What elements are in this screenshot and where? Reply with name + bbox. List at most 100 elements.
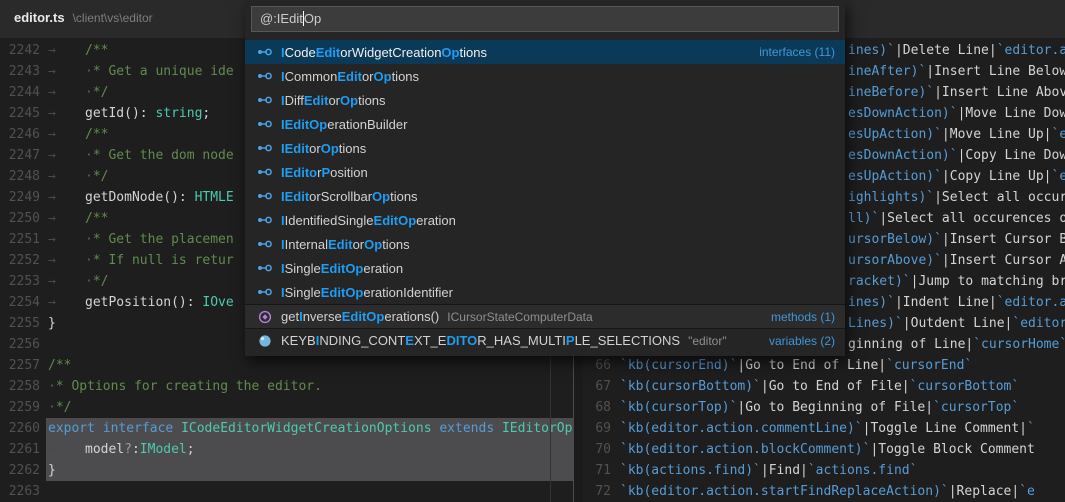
code-text: `kb(actions.find)`|Find|`actions.find` xyxy=(620,460,917,481)
symbol-item[interactable]: IEditorPosition xyxy=(245,160,845,184)
interface-symbol-icon xyxy=(257,44,273,60)
code-text: →·* If null is retur xyxy=(48,250,234,271)
code-token: /** xyxy=(85,43,108,58)
code-text: /** xyxy=(48,355,71,376)
interface-symbol-icon xyxy=(257,116,273,132)
file-name: editor.ts xyxy=(14,10,65,25)
line-number: 72 xyxy=(583,481,611,502)
code-line[interactable]: 70`kb(editor.action.blockComment)`|Toggl… xyxy=(583,439,1065,460)
symbol-detail: "editor" xyxy=(688,334,727,348)
code-line[interactable]: 71`kb(actions.find)`|Find|`actions.find` xyxy=(583,460,1065,481)
symbol-item[interactable]: getInverseEditOperations()ICursorStateCo… xyxy=(245,304,845,328)
symbol-item[interactable]: ISingleEditOperation xyxy=(245,256,845,280)
match-highlight: IEdito xyxy=(281,165,317,180)
code-token: getDomNode(): xyxy=(85,190,195,205)
match-highlight: IEdit xyxy=(281,189,309,204)
file-path: \client\vs\editor xyxy=(73,11,153,25)
code-text: } xyxy=(48,313,56,334)
symbol-item[interactable]: ICodeEditorWidgetCreationOptionsinterfac… xyxy=(245,40,845,64)
code-line[interactable]: 2257/** xyxy=(0,355,573,376)
code-text: ines)`|Indent Line|`editor.a xyxy=(848,292,1065,313)
match-highlight: P xyxy=(321,165,330,180)
match-highlight: IEditOp xyxy=(281,117,327,132)
interface-symbol-icon xyxy=(257,260,273,276)
symbol-item[interactable]: IEditOperationBuilder xyxy=(245,112,845,136)
code-line[interactable]: 72`kb(editor.action.startFindReplaceActi… xyxy=(583,481,1065,502)
symbol-item[interactable]: IIdentifiedSingleEditOperation xyxy=(245,208,845,232)
symbol-name: IInternalEditorOptions xyxy=(281,237,410,252)
symbol-result-list: ICodeEditorWidgetCreationOptionsinterfac… xyxy=(245,38,845,352)
code-token: } xyxy=(48,463,56,478)
match-highlight: Op xyxy=(364,237,382,252)
quick-open-input[interactable]: @:IEditOp xyxy=(251,6,839,32)
code-line[interactable]: 68`kb(cursorTop)`|Go to Beginning of Fil… xyxy=(583,397,1065,418)
code-token: `editor xyxy=(1012,316,1065,331)
code-token: |Indent Line| xyxy=(895,295,997,310)
symbol-item[interactable]: IEditorOptions xyxy=(245,136,845,160)
line-number: 2242 xyxy=(0,40,40,61)
code-text: →/** xyxy=(48,40,108,61)
match-highlight: EditOp xyxy=(374,213,417,228)
code-text: `kb(editor.action.blockComment)`|Toggle … xyxy=(620,439,1035,460)
code-token: · xyxy=(85,64,93,79)
code-text: →·*/ xyxy=(48,82,108,103)
code-line[interactable]: 2258·* Options for creating the editor. xyxy=(0,376,573,397)
code-line[interactable]: 2263 xyxy=(0,481,573,502)
symbol-item[interactable]: IEditorScrollbarOptions xyxy=(245,184,845,208)
code-token: |Delete Line| xyxy=(895,43,997,58)
symbol-item[interactable]: ICommonEditorOptions xyxy=(245,64,845,88)
code-token: · xyxy=(85,169,93,184)
symbol-item[interactable]: IInternalEditorOptions xyxy=(245,232,845,256)
interface-symbol-icon xyxy=(257,284,273,300)
interface-symbol-icon xyxy=(257,68,273,84)
code-line[interactable]: 66`kb(cursorEnd)`|Go to End of Line|`cur… xyxy=(583,355,1065,376)
active-file-tab[interactable]: editor.ts \client\vs\editor xyxy=(0,0,153,25)
symbol-name: KEYBINDING_CONTEXT_EDITOR_HAS_MULTIPLE_S… xyxy=(281,333,680,348)
line-number: 2260 xyxy=(0,418,40,439)
symbol-name-part: erationBuilder xyxy=(327,117,407,132)
line-number: 2252 xyxy=(0,250,40,271)
code-token: `editor.a xyxy=(997,295,1065,310)
code-line[interactable]: 2260export interface ICodeEditorWidgetCr… xyxy=(0,418,573,439)
code-token: esUpAction)` xyxy=(848,127,942,142)
symbol-item[interactable]: IDiffEditorOptions xyxy=(245,88,845,112)
code-token: * Get the dom node xyxy=(93,148,234,163)
symbol-name-part: Single xyxy=(285,285,321,300)
code-token: |Outdent Line| xyxy=(903,316,1013,331)
code-token: esDownAction)` xyxy=(848,106,958,121)
line-number: 2259 xyxy=(0,397,40,418)
symbol-name-part: XT_E xyxy=(414,333,447,348)
tab-whitespace-arrow-icon: → xyxy=(48,61,85,82)
code-token: ighlights)` xyxy=(848,190,934,205)
code-line[interactable]: 2259·*/ xyxy=(0,397,573,418)
code-token: `kb(cursorBottom)` xyxy=(620,379,761,394)
group-count-badge: methods (1) xyxy=(771,310,835,324)
code-line[interactable]: 67`kb(cursorBottom)`|Go to End of File|`… xyxy=(583,376,1065,397)
code-token: |Toggle Line Comment| xyxy=(863,421,1027,436)
symbol-item[interactable]: ISingleEditOperationIdentifier xyxy=(245,280,845,304)
code-line[interactable]: 69`kb(editor.action.commentLine)`|Toggle… xyxy=(583,418,1065,439)
code-text: →getId(): string; xyxy=(48,103,210,124)
code-text: ursorAbove)`|Insert Cursor A xyxy=(848,250,1065,271)
symbol-name-part: Common xyxy=(285,69,338,84)
code-text: →·* Get the dom node xyxy=(48,145,234,166)
symbol-name-part: LE_SELECTIONS xyxy=(575,333,681,348)
symbol-name-part: or xyxy=(328,93,340,108)
code-text: →model?:IModel; xyxy=(48,439,195,460)
code-line[interactable]: 2262} xyxy=(0,460,573,481)
symbol-name-part: nverse xyxy=(303,309,342,324)
code-token: getPosition(): xyxy=(85,295,202,310)
code-token: ; xyxy=(187,442,195,457)
code-token: * If null is retur xyxy=(93,253,234,268)
code-token xyxy=(95,421,103,436)
match-highlight: Op xyxy=(441,45,459,60)
tab-whitespace-arrow-icon: → xyxy=(48,103,85,124)
code-token: ICodeEditorWidgetCreationOptions xyxy=(181,421,431,436)
symbol-name-part: NDING_CONT xyxy=(319,333,405,348)
interface-symbol-icon xyxy=(257,140,273,156)
code-line[interactable]: 2261→model?:IModel; xyxy=(0,439,573,460)
symbol-item[interactable]: KEYBINDING_CONTEXT_EDITOR_HAS_MULTIPLE_S… xyxy=(245,328,845,352)
code-token: |Insert Line Abov xyxy=(934,85,1065,100)
code-token: extends xyxy=(439,421,494,436)
symbol-name-part: Single xyxy=(285,261,321,276)
